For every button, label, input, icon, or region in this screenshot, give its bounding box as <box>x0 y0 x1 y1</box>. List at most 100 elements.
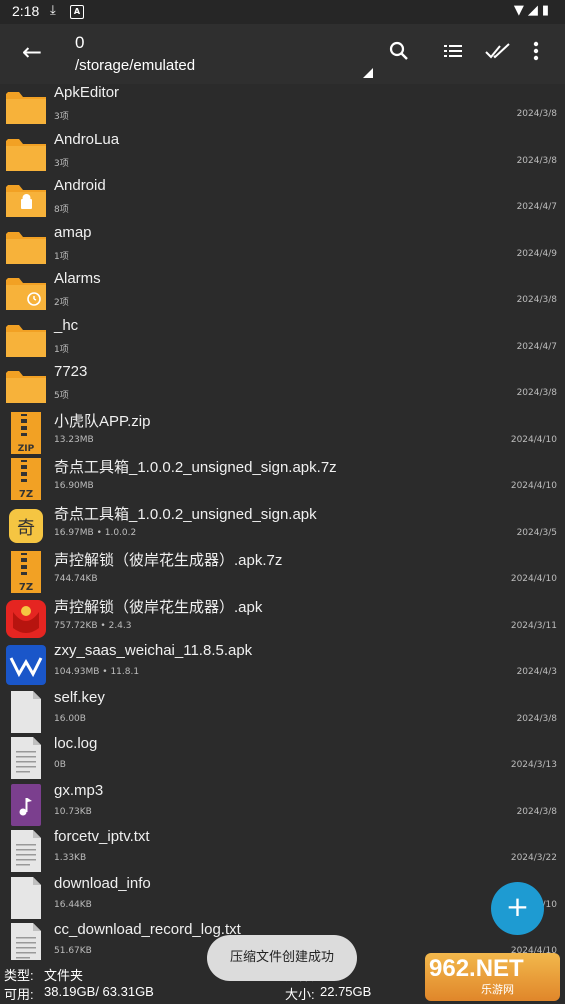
file-meta: 1项 <box>54 251 69 262</box>
file-date: 2024/4/9 <box>516 248 557 259</box>
file-meta: 3项 <box>54 158 69 169</box>
file-row[interactable]: zxy_saas_weichai_11.8.5.apk 104.93MB • 11… <box>0 642 565 689</box>
file-meta: 13.23MB <box>54 434 94 445</box>
file-name: _hc <box>54 316 79 334</box>
file-date: 2024/3/5 <box>516 527 557 538</box>
size-value: 22.75GB <box>320 984 372 999</box>
file-name: Alarms <box>54 270 101 287</box>
file-date: 2024/3/8 <box>516 713 557 724</box>
svg-text:奇: 奇 <box>17 518 35 539</box>
folder-row[interactable]: 7723 5项 2024/3/8 <box>0 363 565 410</box>
file-meta: 3项 <box>54 112 69 122</box>
file-name: loc.log <box>54 735 98 752</box>
folder-icon <box>5 365 47 407</box>
size-label: 大小: <box>285 987 315 1002</box>
file-date: 2024/3/22 <box>510 853 557 863</box>
file-meta: 2项 <box>54 298 69 308</box>
file-row[interactable]: 7Z 奇点工具箱_1.0.0.2_unsigned_sign.apk.7z 16.9… <box>0 456 565 503</box>
file-row[interactable]: loc.log 0B 2024/3/13 <box>0 735 565 782</box>
file-date: 2024/3/8 <box>516 806 557 817</box>
folder-icon <box>5 133 47 175</box>
available-label: 可用: <box>4 987 34 1002</box>
file-meta: 51.67KB <box>54 946 92 956</box>
file-row[interactable]: forcetv_iptv.txt 1.33KB 2024/3/22 <box>0 828 565 875</box>
file-date: 2024/3/8 <box>516 155 557 166</box>
search-icon[interactable] <box>388 40 410 67</box>
file-row[interactable]: download_info16.44KB2024/4/10 <box>0 875 565 922</box>
more-options-icon[interactable] <box>532 40 540 67</box>
file-meta: 757.72KB • 2.4.3 <box>54 620 132 631</box>
folder-icon <box>5 226 47 268</box>
list-view-icon[interactable] <box>442 40 464 67</box>
file-name: cc_download_record_log.txt <box>54 921 241 938</box>
file-name: gx.mp3 <box>54 781 104 799</box>
file-row[interactable]: self.key 16.00B 2024/3/8 <box>0 689 565 736</box>
app-icon <box>5 598 47 640</box>
file-meta: 744.74KB <box>54 574 98 584</box>
file-date: 2024/3/8 <box>516 388 557 398</box>
add-button[interactable]: + <box>491 882 544 935</box>
toolbar-title: 0 <box>75 33 85 52</box>
download-icon: ⤓ <box>50 3 56 18</box>
file-meta: 10.73KB <box>54 806 92 817</box>
file-row[interactable]: 声控解锁（彼岸花生成器）.apk 757.72KB • 2.4.3 2024/3/1… <box>0 596 565 643</box>
android-folder-icon <box>5 179 47 221</box>
alarm-folder-icon <box>5 272 47 314</box>
app-icon: 奇 <box>5 505 47 547</box>
file-name: ApkEditor <box>54 84 120 101</box>
file-meta: 5项 <box>54 391 69 401</box>
file-meta: 104.93MB • 11.8.1 <box>54 667 140 677</box>
folder-row[interactable]: Android 8项 2024/4/7 <box>0 177 565 224</box>
file-name: Android <box>54 177 106 194</box>
text-file-icon <box>5 830 47 872</box>
file-date: 2024/3/11 <box>510 620 557 631</box>
select-all-icon[interactable] <box>485 40 511 67</box>
file-meta: 1.33KB <box>54 853 87 863</box>
file-row[interactable]: 奇 奇点工具箱_1.0.0.2_unsigned_sign.apk 16.97MB … <box>0 503 565 550</box>
file-date: 2024/4/10 <box>510 434 557 445</box>
file-name: 奇点工具箱_1.0.0.2_unsigned_sign.apk <box>54 505 317 523</box>
file-date: 2024/3/8 <box>516 295 557 305</box>
watermark-text: 962.NET <box>429 955 524 982</box>
folder-icon <box>5 319 47 361</box>
folder-row[interactable]: ApkEditor 3项 2024/3/8 <box>0 84 565 131</box>
folder-row[interactable]: amap 1项 2024/4/9 <box>0 224 565 271</box>
system-status-icons: ▼◢▮ <box>513 3 553 18</box>
file-date: 2024/4/3 <box>516 667 557 677</box>
type-value: 文件夹 <box>44 968 84 983</box>
back-arrow-icon[interactable]: ← <box>22 38 42 66</box>
file-name: self.key <box>54 688 105 706</box>
folder-icon <box>5 86 47 128</box>
file-meta: 16.97MB • 1.0.0.2 <box>54 527 137 538</box>
file-name: 小虎队APP.zip <box>54 412 151 430</box>
file-row[interactable]: 7Z 声控解锁（彼岸花生成器）.apk.7z 744.74KB 2024/4/10 <box>0 549 565 596</box>
file-name: 奇点工具箱_1.0.0.2_unsigned_sign.apk.7z <box>54 459 337 476</box>
file-list: ApkEditor 3项 2024/3/8 AndroLua 3项 2024/3/8 And… <box>0 84 565 968</box>
toolbar-path[interactable]: /storage/emulated <box>75 57 195 74</box>
file-name: amap <box>54 223 92 241</box>
file-name: 声控解锁（彼岸花生成器）.apk.7z <box>54 552 283 569</box>
svg-text:ZIP: ZIP <box>18 444 35 454</box>
folder-row[interactable]: _hc 1项 2024/4/7 <box>0 317 565 364</box>
audio-file-icon <box>5 783 47 826</box>
file-meta: 16.00B <box>54 713 86 724</box>
svg-text:7Z: 7Z <box>19 582 33 593</box>
folder-row[interactable]: AndroLua 3项 2024/3/8 <box>0 131 565 178</box>
toast-message: 压缩文件创建成功 <box>207 935 357 981</box>
file-row[interactable]: gx.mp3 10.73KB 2024/3/8 <box>0 782 565 829</box>
path-dropdown-indicator[interactable] <box>363 68 373 78</box>
file-date: 2024/3/13 <box>510 760 557 770</box>
status-bar: 2:18 ⤓ A ▼◢▮ <box>0 0 565 24</box>
folder-row[interactable]: Alarms 2项 2024/3/8 <box>0 270 565 317</box>
file-meta: 16.44KB <box>54 899 92 910</box>
app-icon <box>5 644 47 686</box>
file-name: download_info <box>54 874 151 892</box>
text-file-icon <box>5 737 47 779</box>
file-row[interactable]: ZIP 小虎队APP.zip 13.23MB 2024/4/10 <box>0 410 565 457</box>
file-meta: 1项 <box>54 344 69 355</box>
file-meta: 0B <box>54 760 66 770</box>
file-date: 2024/4/10 <box>510 574 557 584</box>
file-name: 声控解锁（彼岸花生成器）.apk <box>54 598 263 616</box>
file-meta: 16.90MB <box>54 481 94 491</box>
watermark-subtext: 乐游网 <box>481 983 514 996</box>
